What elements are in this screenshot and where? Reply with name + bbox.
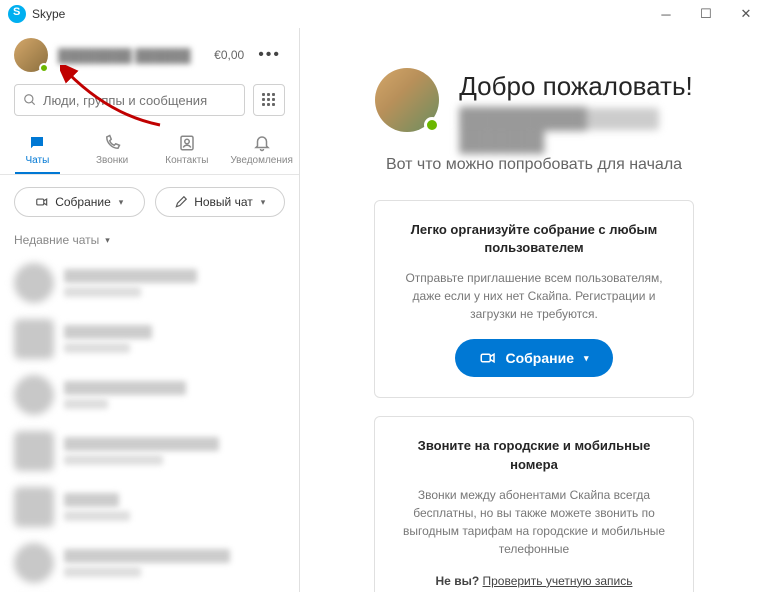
user-avatar[interactable] (14, 38, 48, 72)
profile-credit[interactable]: €0,00 (214, 48, 244, 62)
sidebar: ████████ ██████ €0,00 ••• Чаты Звонки (0, 28, 300, 592)
title-bar: Skype ─ ☐ ✕ (0, 0, 768, 28)
dialpad-button[interactable] (253, 84, 285, 116)
search-box[interactable] (14, 84, 245, 116)
contacts-icon (178, 134, 196, 152)
minimize-button[interactable]: ─ (646, 0, 686, 28)
window-title: Skype (32, 7, 65, 21)
tab-contacts[interactable]: Контакты (150, 130, 225, 174)
new-chat-button[interactable]: Новый чат ▾ (155, 187, 286, 217)
search-input[interactable] (43, 93, 236, 108)
welcome-avatar (375, 68, 439, 132)
card-text: Звонки между абонентами Скайпа всегда бе… (401, 486, 667, 558)
list-item[interactable] (0, 423, 299, 479)
card-footer: Не вы? Проверить учетную запись (401, 574, 667, 588)
verify-account-link[interactable]: Проверить учетную запись (483, 574, 633, 588)
presence-icon (39, 63, 49, 73)
meeting-card: Легко организуйте собрание с любым польз… (374, 200, 694, 398)
main-pane: Добро пожаловать! █████████ ██████ Вот ч… (300, 28, 768, 592)
list-item[interactable] (0, 479, 299, 535)
phone-icon (103, 134, 121, 152)
profile-name: ████████ ██████ (58, 48, 204, 63)
video-icon (35, 195, 49, 209)
meeting-button[interactable]: Собрание ▾ (14, 187, 145, 217)
maximize-button[interactable]: ☐ (686, 0, 726, 28)
calling-card: Звоните на городские и мобильные номера … (374, 416, 694, 592)
tab-label: Уведомления (230, 155, 293, 166)
recent-header-label: Недавние чаты (14, 233, 99, 247)
list-item[interactable] (0, 367, 299, 423)
card-title: Звоните на городские и мобильные номера (401, 437, 667, 473)
nav-tabs: Чаты Звонки Контакты Уведомления (0, 122, 299, 175)
list-item[interactable] (0, 535, 299, 591)
tab-notifications[interactable]: Уведомления (224, 130, 299, 174)
chevron-down-icon: ▾ (105, 235, 110, 246)
welcome-username: █████████ ██████ (459, 108, 659, 130)
button-label: Новый чат (194, 195, 253, 209)
not-you-label: Не вы? (436, 574, 480, 588)
card-title: Легко организуйте собрание с любым польз… (401, 221, 667, 257)
card-text: Отправьте приглашение всем пользователям… (401, 269, 667, 323)
card-meeting-button[interactable]: Собрание ▾ (455, 339, 612, 377)
search-icon (23, 93, 37, 107)
tab-calls[interactable]: Звонки (75, 130, 150, 174)
tab-label: Чаты (25, 155, 49, 166)
list-item[interactable] (0, 255, 299, 311)
chevron-down-icon: ▾ (119, 197, 124, 208)
dialpad-icon (262, 93, 276, 107)
tab-label: Контакты (165, 155, 208, 166)
skype-logo-icon (8, 5, 26, 23)
button-label: Собрание (505, 350, 574, 366)
presence-icon (424, 117, 440, 133)
bell-icon (253, 134, 271, 152)
chevron-down-icon: ▾ (261, 197, 266, 208)
welcome-heading: Добро пожаловать! (459, 71, 693, 102)
video-icon (479, 349, 497, 367)
tab-chats[interactable]: Чаты (0, 130, 75, 174)
chevron-down-icon: ▾ (584, 353, 589, 364)
recent-chats-header[interactable]: Недавние чаты ▾ (0, 229, 299, 255)
compose-icon (174, 195, 188, 209)
close-button[interactable]: ✕ (726, 0, 766, 28)
more-button[interactable]: ••• (254, 46, 285, 64)
tab-label: Звонки (96, 155, 128, 166)
profile-row[interactable]: ████████ ██████ €0,00 ••• (0, 28, 299, 78)
chat-icon (28, 134, 46, 152)
welcome-subtitle: Вот что можно попробовать для начала (386, 156, 682, 174)
button-label: Собрание (55, 195, 111, 209)
chat-list[interactable] (0, 255, 299, 592)
list-item[interactable] (0, 311, 299, 367)
